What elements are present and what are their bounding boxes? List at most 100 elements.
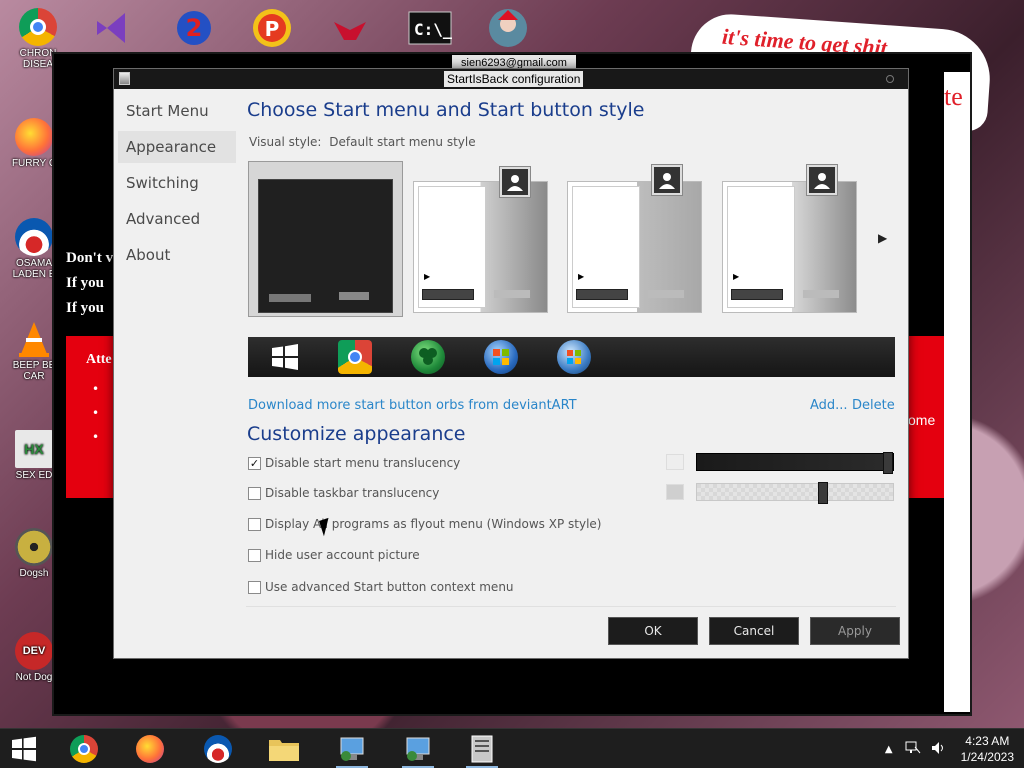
appearance-panel: Choose Start menu and Start button style… — [246, 89, 900, 658]
checkbox[interactable] — [248, 548, 261, 562]
vista-orb-icon[interactable] — [484, 340, 518, 374]
desktop-icon-label: CHRON DISEA — [19, 48, 57, 70]
obama-logo-icon — [204, 735, 232, 763]
taskbar: ▲ 4:23 AM 1/24/2023 — [0, 728, 1024, 768]
checkbox[interactable] — [248, 517, 261, 531]
preview-bar — [422, 289, 474, 300]
taskbar-installer-icon[interactable] — [330, 733, 374, 768]
cancel-button[interactable]: Cancel — [709, 617, 799, 645]
startisback-config-dialog: StartIsBack configuration Start Menu App… — [113, 68, 909, 659]
command-prompt-icon[interactable]: C:\_ — [406, 6, 454, 50]
svg-text:C:\_: C:\_ — [414, 20, 452, 39]
disc-icon — [15, 528, 53, 566]
visual-style-label: Visual style: — [249, 135, 322, 149]
light-menu-preview: ▶ — [567, 181, 702, 313]
windows7-orb-icon[interactable] — [557, 340, 591, 374]
taskbar-clock[interactable]: 4:23 AM 1/24/2023 — [961, 733, 1014, 765]
preview-bar — [576, 289, 628, 300]
dialog-title: StartIsBack configuration — [444, 71, 584, 87]
dialog-titlebar[interactable]: StartIsBack configuration — [114, 69, 908, 89]
preview-bar — [339, 292, 369, 300]
customize-section-heading: Customize appearance — [247, 423, 466, 445]
taskbar-installer-icon-2[interactable] — [396, 733, 440, 768]
desktop-icon-label: SEX ED — [15, 470, 53, 481]
option-disable-taskbar-translucency[interactable]: Disable taskbar translucency — [248, 485, 439, 501]
bullet-dot: • — [92, 430, 100, 444]
style-thumbnail-light-3[interactable]: ▶ — [712, 161, 867, 317]
style-thumbnail-light-2[interactable]: ▶ — [557, 161, 712, 317]
taskbar-opacity-slider[interactable] — [696, 482, 894, 504]
start-button[interactable] — [2, 733, 46, 765]
background-text-line: Don't v — [66, 250, 114, 266]
number-two-app-icon[interactable]: 2 — [170, 6, 218, 50]
santa-globe-icon[interactable] — [484, 6, 532, 50]
desktop-icon-label: Not Dog — [15, 672, 53, 683]
background-text-line: If you — [66, 300, 104, 316]
strip-text: te — [944, 82, 963, 111]
start-menu-opacity-slider[interactable] — [696, 452, 894, 474]
download-orbs-link[interactable]: Download more start button orbs from dev… — [248, 398, 577, 413]
sidebar-item-start-menu[interactable]: Start Menu — [118, 95, 236, 127]
windows10-orb-icon[interactable] — [268, 340, 302, 374]
settings-sidebar: Start Menu Appearance Switching Advanced… — [118, 95, 236, 275]
checkbox[interactable] — [248, 580, 261, 594]
background-red-banner-right: ome — [908, 336, 944, 498]
checkbox[interactable]: ✓ — [248, 456, 261, 470]
option-hide-user-picture[interactable]: Hide user account picture — [248, 547, 420, 563]
taskbar-color-swatch[interactable] — [666, 484, 684, 500]
network-icon[interactable] — [905, 741, 921, 758]
taskbar-config-window-icon[interactable] — [460, 733, 504, 768]
user-avatar-icon — [806, 164, 838, 196]
sidebar-item-advanced[interactable]: Advanced — [118, 203, 236, 235]
checkbox[interactable] — [248, 486, 261, 500]
sidebar-item-switching[interactable]: Switching — [118, 167, 236, 199]
firefox-icon — [136, 735, 164, 763]
taskbar-chrome-icon[interactable] — [62, 733, 106, 765]
option-disable-start-menu-translucency[interactable]: ✓ Disable start menu translucency — [248, 455, 460, 471]
style-section-heading: Choose Start menu and Start button style — [247, 99, 645, 121]
style-thumbnail-dark[interactable] — [248, 161, 403, 317]
clover-orb-icon[interactable] — [411, 340, 445, 374]
clock-time: 4:23 AM — [965, 734, 1010, 748]
pinball-p-icon[interactable]: P — [248, 6, 296, 50]
user-avatar-icon — [651, 164, 683, 196]
slider-handle[interactable] — [883, 452, 893, 474]
close-icon[interactable] — [886, 75, 894, 83]
svg-text:P: P — [265, 17, 280, 41]
preview-arrow-icon: ▶ — [424, 272, 431, 281]
delete-orb-link[interactable]: Delete — [852, 398, 895, 413]
option-label: Disable start menu translucency — [265, 456, 461, 470]
taskbar-obama-logo-icon[interactable] — [196, 733, 240, 765]
sidebar-item-about[interactable]: About — [118, 239, 236, 271]
dark-menu-preview — [258, 179, 393, 313]
taskbar-file-explorer-icon[interactable] — [262, 733, 306, 765]
option-label: Hide user account picture — [265, 548, 420, 562]
start-menu-color-swatch[interactable] — [666, 454, 684, 470]
slider-handle[interactable] — [817, 482, 828, 504]
visual-style-row: Visual style: Default start menu style — [249, 135, 476, 149]
traffic-cone-icon — [15, 320, 53, 358]
style-thumbnail-light-1[interactable]: ▶ — [403, 161, 558, 317]
sidebar-item-appearance[interactable]: Appearance — [118, 131, 236, 163]
chrome-icon — [19, 8, 57, 46]
user-avatar-icon — [499, 166, 531, 198]
option-all-programs-flyout[interactable]: Display All programs as flyout menu (Win… — [248, 516, 601, 532]
volume-icon[interactable] — [931, 741, 947, 758]
ok-button[interactable]: OK — [608, 617, 698, 645]
apply-button[interactable]: Apply — [810, 617, 900, 645]
dialog-footer: OK Cancel Apply — [246, 606, 900, 658]
taskbar-firefox-icon[interactable] — [128, 733, 172, 765]
option-advanced-context-menu[interactable]: Use advanced Start button context menu — [248, 579, 514, 595]
red-hawk-icon[interactable] — [326, 6, 374, 50]
preview-arrow-icon: ▶ — [578, 272, 585, 281]
chrome-icon — [70, 735, 98, 763]
chrome-orb-icon[interactable] — [338, 340, 372, 374]
chrome-orb-center — [348, 350, 362, 364]
show-hidden-icons-chevron-icon[interactable]: ▲ — [885, 744, 893, 755]
visual-studio-icon[interactable] — [88, 6, 136, 50]
light-menu-preview: ▶ — [413, 181, 548, 313]
visual-style-value: Default start menu style — [329, 135, 476, 149]
next-styles-arrow-icon[interactable]: ▶ — [878, 231, 887, 245]
option-label: Use advanced Start button context menu — [265, 580, 514, 594]
add-orb-link[interactable]: Add... — [810, 398, 848, 413]
